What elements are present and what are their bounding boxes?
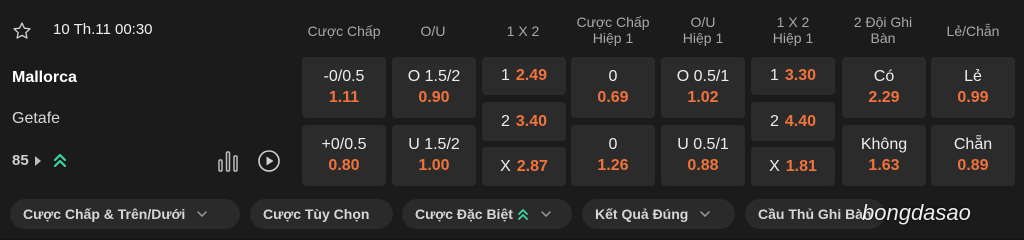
odds-value: 1.63	[868, 157, 900, 174]
tab-label: Kết Quả Đúng	[595, 206, 689, 222]
odds-value: 0.88	[687, 157, 719, 174]
header-line: Cược Chấp	[576, 14, 650, 30]
play-circle-icon[interactable]	[257, 149, 281, 173]
header-1x2: 1 X 2	[506, 23, 540, 39]
odds-value: 1.02	[687, 89, 719, 106]
odds-cell-btts-yes[interactable]: Có 2.29	[842, 57, 926, 118]
bar-chart-icon[interactable]	[217, 150, 239, 172]
odds-cell-even[interactable]: Chẵn 0.89	[931, 125, 1015, 186]
tab-label: Cược Tùy Chọn	[263, 206, 370, 222]
watermark: bongdasao	[862, 200, 971, 225]
odds-line: U 0.5/1	[677, 136, 729, 153]
odds-line: Chẵn	[953, 136, 993, 153]
odds-cell-under[interactable]: U 1.5/2 1.00	[392, 125, 476, 186]
odds-line: +0/0.5	[321, 136, 367, 153]
header-line: Hiệp 1	[772, 30, 814, 46]
odds-line: O 1.5/2	[407, 68, 461, 85]
odds-line: Lẻ	[964, 68, 982, 85]
tab-special-bets[interactable]: Cược Đặc Biệt	[402, 199, 572, 229]
odds-value: 1.00	[418, 157, 450, 174]
odds-cell-handicap-home[interactable]: -0/0.5 1.11	[302, 57, 386, 118]
odds-line: -0/0.5	[323, 68, 365, 85]
odds-value: 3.30	[784, 67, 817, 84]
outcome-label: X	[769, 157, 780, 175]
outcome-label: 1	[769, 67, 779, 84]
odds-value: 0.89	[957, 157, 989, 174]
header-line: 2 Đội Ghi	[853, 14, 913, 30]
header-handicap: Cược Chấp	[307, 23, 381, 39]
header-line: 1 X 2	[776, 14, 810, 30]
odds-value: 1.81	[785, 157, 817, 175]
odds-line: Có	[873, 68, 895, 85]
odds-line: Không	[860, 136, 908, 153]
odds-line: 0	[608, 136, 618, 153]
odds-value: 3.40	[515, 112, 548, 130]
double-chevron-up-icon	[53, 153, 67, 168]
odds-value: 0.80	[328, 157, 360, 174]
odds-cell-1x2-h1-home[interactable]: 1 3.30	[751, 57, 835, 95]
chevron-down-icon	[197, 211, 208, 217]
tab-label: Cược Chấp & Trên/Dưới	[23, 206, 186, 222]
outcome-label: 2	[769, 112, 779, 130]
chevron-down-icon	[700, 211, 711, 217]
odds-cell-over[interactable]: O 1.5/2 0.90	[392, 57, 476, 118]
odds-cell-1x2-away[interactable]: 2 3.40	[482, 102, 566, 141]
markets-count[interactable]: 85	[12, 152, 29, 169]
caret-right-icon[interactable]	[35, 156, 41, 166]
away-team-name: Getafe	[12, 110, 61, 127]
home-team-name: Mallorca	[12, 69, 77, 86]
chevron-down-icon	[541, 211, 551, 217]
tab-label: Cầu Thủ Ghi Bàn	[758, 206, 872, 222]
odds-cell-1x2-home[interactable]: 1 2.49	[482, 57, 566, 95]
odds-cell-over-h1[interactable]: O 0.5/1 1.02	[661, 57, 745, 118]
odds-line: O 0.5/1	[676, 68, 730, 85]
header-1x2-h1: 1 X 2 Hiệp 1	[750, 14, 836, 46]
outcome-label: 2	[500, 112, 510, 130]
tab-custom-bets[interactable]: Cược Tùy Chọn	[250, 199, 393, 229]
odds-cell-odd[interactable]: Lẻ 0.99	[931, 57, 1015, 118]
header-ou-h1: O/U Hiệp 1	[660, 14, 746, 46]
odds-value: 2.29	[868, 89, 900, 106]
tab-handicap-over-under[interactable]: Cược Chấp & Trên/Dưới	[10, 199, 240, 229]
odds-value: 1.26	[597, 157, 629, 174]
header-line: Hiệp 1	[682, 30, 724, 46]
header-btts: 2 Đội Ghi Bàn	[838, 14, 928, 46]
odds-cell-btts-no[interactable]: Không 1.63	[842, 125, 926, 186]
outcome-label: X	[500, 157, 511, 175]
odds-value: 1.11	[328, 89, 360, 106]
tab-label: Cược Đặc Biệt	[415, 206, 513, 222]
odds-value: 2.49	[515, 67, 548, 84]
tab-correct-score[interactable]: Kết Quả Đúng	[582, 199, 735, 229]
odds-cell-1x2-draw[interactable]: X 2.87	[482, 147, 566, 186]
odds-value: 2.87	[516, 157, 548, 175]
odds-value: 0.99	[957, 89, 989, 106]
double-chevron-up-icon	[518, 209, 528, 220]
match-row-panel: 10 Th.11 00:30 Mallorca Getafe 85 Cược C…	[0, 0, 1024, 239]
odds-cell-under-h1[interactable]: U 0.5/1 0.88	[661, 125, 745, 186]
header-ou: O/U	[420, 23, 446, 39]
odds-value: 0.90	[418, 89, 450, 106]
header-odd-even: Lẻ/Chẵn	[946, 23, 1000, 39]
odds-value: 0.69	[597, 89, 629, 106]
odds-cell-1x2-h1-draw[interactable]: X 1.81	[751, 147, 835, 186]
odds-cell-handicap-h1-home[interactable]: 0 0.69	[571, 57, 655, 118]
odds-cell-1x2-h1-away[interactable]: 2 4.40	[751, 102, 835, 141]
odds-cell-handicap-away[interactable]: +0/0.5 0.80	[302, 125, 386, 186]
header-line: Bàn	[870, 30, 896, 46]
star-outline-icon[interactable]	[12, 21, 32, 41]
odds-value: 4.40	[784, 112, 817, 130]
outcome-label: 1	[500, 67, 510, 84]
odds-line: U 1.5/2	[408, 136, 460, 153]
header-line: O/U	[690, 14, 716, 30]
match-datetime: 10 Th.11 00:30	[53, 21, 153, 38]
odds-cell-handicap-h1-away[interactable]: 0 1.26	[571, 125, 655, 186]
header-line: Hiệp 1	[592, 30, 634, 46]
header-handicap-h1: Cược Chấp Hiệp 1	[568, 14, 658, 46]
odds-line: 0	[608, 68, 618, 85]
